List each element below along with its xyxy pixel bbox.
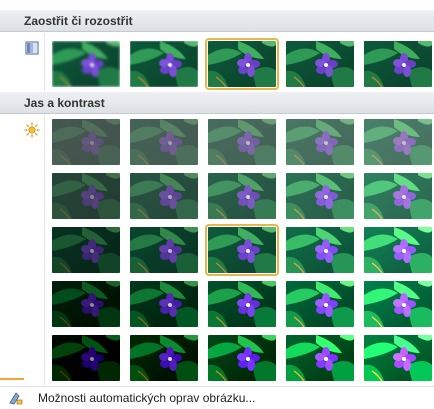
correction-thumbnail[interactable] (286, 119, 354, 165)
correction-thumbnail[interactable] (208, 335, 276, 381)
correction-thumbnail[interactable] (286, 227, 354, 273)
brightness-icon (24, 122, 40, 138)
document-edge-mark (0, 378, 24, 380)
correction-thumbnail[interactable] (130, 173, 198, 219)
section-header-brightness: Jas a kontrast (0, 92, 434, 114)
section-title-brightness: Jas a kontrast (24, 96, 105, 110)
section-divider (44, 33, 45, 91)
correction-thumbnail[interactable] (130, 41, 198, 87)
correction-thumbnail[interactable] (364, 335, 432, 381)
section-header-sharpen: Zaostřit či rozostřit (0, 10, 434, 32)
correction-thumbnail[interactable] (286, 281, 354, 327)
correction-thumbnail[interactable] (130, 119, 198, 165)
correction-thumbnail[interactable] (205, 38, 279, 90)
correction-thumbnail[interactable] (364, 119, 432, 165)
correction-thumbnail[interactable] (130, 281, 198, 327)
correction-thumbnail[interactable] (286, 41, 354, 87)
correction-thumbnail[interactable] (286, 173, 354, 219)
correction-thumbnail[interactable] (364, 281, 432, 327)
correction-thumbnail[interactable] (208, 281, 276, 327)
correction-thumbnail[interactable] (52, 281, 120, 327)
correction-thumbnail[interactable] (208, 119, 276, 165)
correction-thumbnail[interactable] (364, 41, 432, 87)
correction-thumbnail[interactable] (364, 227, 432, 273)
section-title-sharpen: Zaostřit či rozostřit (24, 14, 133, 28)
correction-thumbnail[interactable] (52, 227, 120, 273)
correction-thumbnail[interactable] (130, 335, 198, 381)
correction-thumbnail[interactable] (286, 335, 354, 381)
correction-thumbnail[interactable] (52, 173, 120, 219)
picture-corrections-icon (8, 390, 24, 406)
corrections-gallery-panel: Zaostřit či rozostřit Jas a kontrast Mož… (0, 0, 434, 409)
correction-thumbnail[interactable] (208, 173, 276, 219)
correction-thumbnail[interactable] (205, 224, 279, 276)
more-options-label: Možnosti automatických oprav obrázku... (38, 391, 256, 405)
section-divider (44, 115, 45, 385)
correction-thumbnail[interactable] (52, 335, 120, 381)
correction-thumbnail[interactable] (130, 227, 198, 273)
more-options-menu-item[interactable]: Možnosti automatických oprav obrázku... (0, 386, 434, 409)
sharpen-icon (24, 40, 40, 56)
correction-thumbnail[interactable] (364, 173, 432, 219)
correction-thumbnail[interactable] (52, 119, 120, 165)
correction-thumbnail[interactable] (52, 41, 120, 87)
